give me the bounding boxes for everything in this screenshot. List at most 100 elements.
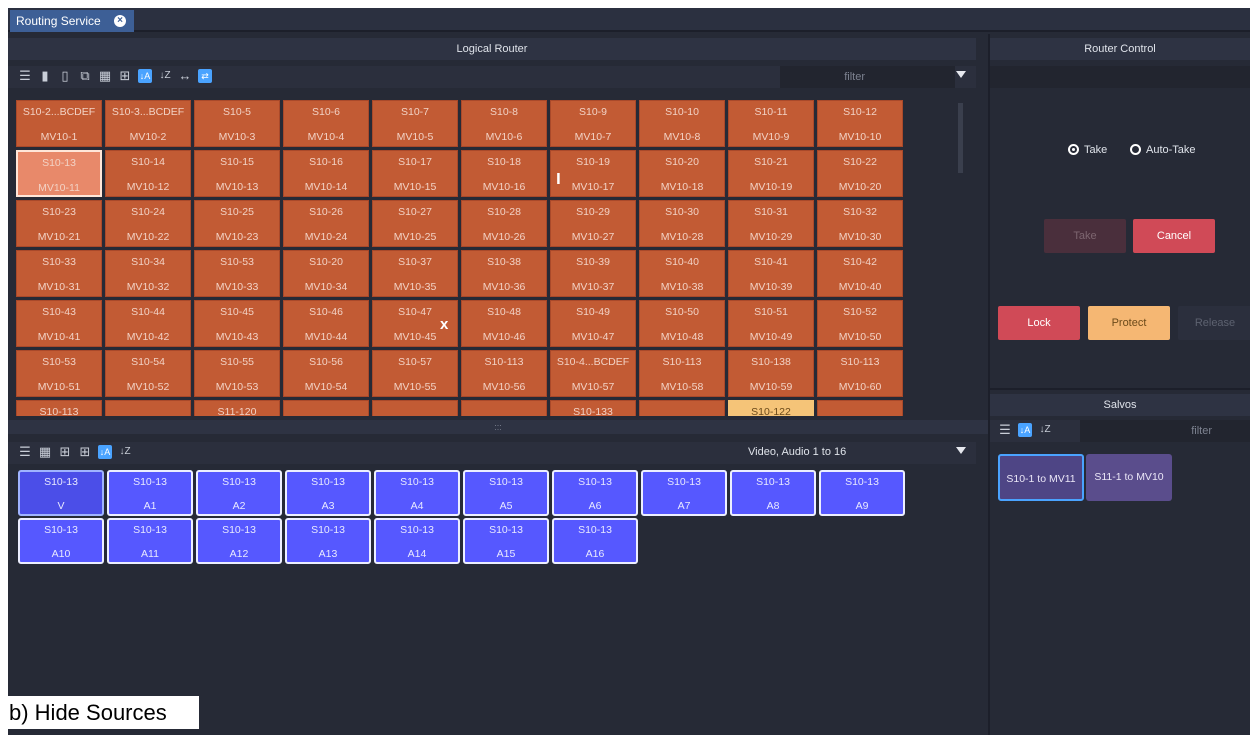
sort-ascending-icon[interactable]: ↓A [1018,423,1032,437]
protect-button[interactable]: Protect [1088,306,1170,340]
small-grid-icon[interactable]: ⊞ [58,445,72,459]
crosspoint-cell[interactable]: S10-29 MV10-27 [550,200,636,247]
crosspoint-cell[interactable] [372,400,458,416]
crosspoint-cell[interactable]: S10-53 MV10-51 [16,350,102,397]
crosspoint-cell[interactable]: S10-50 MV10-48 [639,300,725,347]
crosspoint-cell[interactable] [639,400,725,416]
sort-descending-icon[interactable]: ↓Z [1038,423,1052,437]
crosspoint-cell[interactable]: S10-42 MV10-40 [817,250,903,297]
crosspoint-cell[interactable]: S10-22 MV10-20 [817,150,903,197]
crosspoint-cell[interactable]: S10-44 MV10-42 [105,300,191,347]
level-cell[interactable]: S10-13 A13 [285,518,371,564]
crosspoint-cell[interactable]: S10-20 MV10-34 [283,250,369,297]
crosspoint-cell[interactable]: S10-31 MV10-29 [728,200,814,247]
sort-descending-icon[interactable]: ↓Z [158,69,172,83]
cancel-button[interactable]: Cancel [1133,219,1215,253]
crosspoint-cell[interactable]: S10-33 MV10-31 [16,250,102,297]
crosspoint-cell[interactable]: S10-5 MV10-3 [194,100,280,147]
level-cell[interactable]: S10-13 A2 [196,470,282,516]
crosspoint-cell[interactable]: S10-56 MV10-54 [283,350,369,397]
crosspoint-cell[interactable]: S10-55 MV10-53 [194,350,280,397]
crosspoint-cell[interactable]: S10-15 MV10-13 [194,150,280,197]
compact-grid-icon[interactable]: ⊞ [78,445,92,459]
crosspoint-cell[interactable]: S10-113 MV10-56 [461,350,547,397]
crosspoint-cell[interactable]: S10-26 MV10-24 [283,200,369,247]
crosspoint-cell[interactable]: S10-19 MV10-17 [550,150,636,197]
crosspoint-cell[interactable]: S10-28 MV10-26 [461,200,547,247]
crosspoint-cell[interactable]: S10-12 MV10-10 [817,100,903,147]
crosspoint-cell[interactable]: S10-133 [550,400,636,416]
crosspoint-cell[interactable]: S10-4...BCDEF MV10-57 [550,350,636,397]
level-cell[interactable]: S10-13 A8 [730,470,816,516]
crosspoint-cell[interactable]: S10-39 MV10-37 [550,250,636,297]
release-button[interactable]: Release [1178,306,1250,340]
take-button[interactable]: Take [1044,219,1126,253]
fit-width-icon[interactable]: ↔ [178,69,192,83]
take-radio[interactable]: Take [1068,144,1107,156]
level-cell[interactable]: S10-13 V [18,470,104,516]
filter-funnel-icon[interactable] [956,71,966,78]
crosspoint-cell[interactable]: S10-11 MV10-9 [728,100,814,147]
sort-ascending-icon[interactable]: ↓A [138,69,152,83]
crosspoint-cell[interactable]: S10-32 MV10-30 [817,200,903,247]
small-grid-icon[interactable]: ⊞ [118,69,132,83]
crosspoint-cell[interactable]: S10-45 MV10-43 [194,300,280,347]
crosspoint-cell[interactable]: S10-6 MV10-4 [283,100,369,147]
crosspoint-cell[interactable]: S10-30 MV10-28 [639,200,725,247]
crosspoint-cell[interactable]: S10-49 MV10-47 [550,300,636,347]
crosspoint-cell[interactable] [283,400,369,416]
clipboard-icon[interactable]: ▯ [58,69,72,83]
level-cell[interactable]: S10-13 A14 [374,518,460,564]
crosspoint-cell[interactable]: S10-40 MV10-38 [639,250,725,297]
crosspoint-cell[interactable] [817,400,903,416]
crosspoint-cell[interactable]: S10-27 MV10-25 [372,200,458,247]
level-cell[interactable]: S10-13 A15 [463,518,549,564]
crosspoint-cell[interactable]: S10-25 MV10-23 [194,200,280,247]
level-cell[interactable]: S10-13 A6 [552,470,638,516]
crosspoint-cell[interactable]: S10-38 MV10-36 [461,250,547,297]
level-cell[interactable]: S10-13 A11 [107,518,193,564]
crosspoint-cell[interactable]: S10-46 MV10-44 [283,300,369,347]
auto-take-radio[interactable]: Auto-Take [1130,144,1196,156]
crosspoint-cell[interactable]: S10-48 MV10-46 [461,300,547,347]
large-grid-icon[interactable]: ▦ [38,445,52,459]
grid-scrollbar[interactable] [958,103,963,173]
crosspoint-cell[interactable]: S10-122 [728,400,814,416]
crosspoint-cell[interactable]: S10-17 MV10-15 [372,150,458,197]
copy-icon[interactable]: ⧉ [78,69,92,83]
logical-router-filter[interactable]: filter [780,66,955,88]
list-view-icon[interactable]: ☰ [18,69,32,83]
crosspoint-cell[interactable]: S10-53 MV10-33 [194,250,280,297]
crosspoint-cell[interactable]: S10-51 MV10-49 [728,300,814,347]
crosspoint-cell[interactable]: S10-138 MV10-59 [728,350,814,397]
level-cell[interactable]: S10-13 A7 [641,470,727,516]
crosspoint-cell[interactable]: S10-18 MV10-16 [461,150,547,197]
crosspoint-cell[interactable]: S10-10 MV10-8 [639,100,725,147]
close-icon[interactable]: × [114,15,126,27]
crosspoint-cell[interactable]: S10-8 MV10-6 [461,100,547,147]
crosspoint-cell[interactable]: S10-23 MV10-21 [16,200,102,247]
crosspoint-cell[interactable]: S10-20 MV10-18 [639,150,725,197]
level-cell[interactable]: S10-13 A12 [196,518,282,564]
salvo-item[interactable]: S10-1 to MV11 [998,454,1084,501]
level-cell[interactable]: S10-13 A4 [374,470,460,516]
level-cell[interactable]: S10-13 A9 [819,470,905,516]
page-icon[interactable]: ▮ [38,69,52,83]
crosspoint-cell[interactable]: S10-14 MV10-12 [105,150,191,197]
level-cell[interactable]: S10-13 A16 [552,518,638,564]
crosspoint-cell[interactable] [461,400,547,416]
crosspoint-cell[interactable]: S10-57 MV10-55 [372,350,458,397]
crosspoint-cell[interactable]: S10-113 MV10-60 [817,350,903,397]
crosspoint-cell[interactable]: S10-16 MV10-14 [283,150,369,197]
crosspoint-cell[interactable]: S10-21 MV10-19 [728,150,814,197]
crosspoint-cell[interactable]: S10-3...BCDEF MV10-2 [105,100,191,147]
crosspoint-cell[interactable]: S10-113 [16,400,102,416]
level-cell[interactable]: S10-13 A1 [107,470,193,516]
crosspoint-cell[interactable]: S10-34 MV10-32 [105,250,191,297]
splitter-handle[interactable]: ::: [8,420,988,434]
crosspoint-cell[interactable]: S10-37 MV10-35 [372,250,458,297]
crosspoint-cell[interactable]: S10-13 MV10-11 [16,150,102,197]
salvos-filter[interactable]: filter [1080,420,1250,442]
sort-ascending-icon[interactable]: ↓A [98,445,112,459]
crosspoint-cell[interactable]: S10-54 MV10-52 [105,350,191,397]
